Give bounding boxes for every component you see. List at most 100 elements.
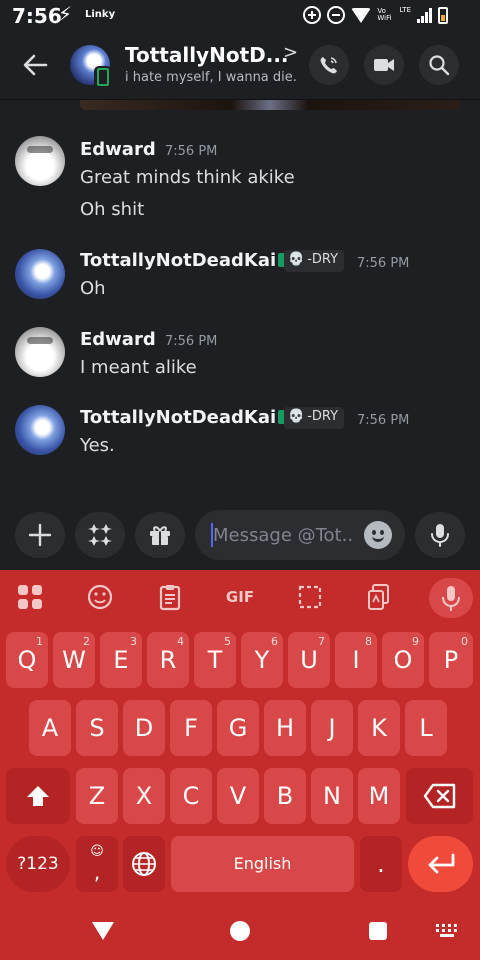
key-g[interactable]: G [217,700,259,756]
key-x[interactable]: X [123,768,165,824]
voice-call-button[interactable] [309,45,349,85]
add-attachment-button[interactable] [15,512,65,558]
skull-icon: 💀 [288,252,305,267]
user-tag[interactable]: 💀 -DRY [284,407,345,429]
key-k[interactable]: K [358,700,400,756]
skull-icon: 💀 [288,409,305,424]
message-input-wrapper[interactable] [195,510,405,560]
keyboard-toolbar: GIF [0,570,480,626]
message-timestamp: 7:56 PM [357,256,410,271]
search-button[interactable] [419,45,459,85]
video-call-button[interactable] [364,45,404,85]
apps-grid-icon[interactable] [15,582,45,612]
header-username[interactable]: TottallyNotD... [125,43,289,67]
lightning-icon: ⚡ [58,2,73,26]
key-z[interactable]: Z [76,768,118,824]
key-m[interactable]: M [358,768,400,824]
emoji-icon[interactable] [364,521,392,549]
avatar[interactable] [15,136,65,186]
message-timestamp: 7:56 PM [165,144,218,159]
message-text: Oh shit [80,199,145,220]
keyboard-switch-icon[interactable] [436,924,458,938]
message-text: Yes. [80,435,115,456]
key-f[interactable]: F [170,700,212,756]
key-t[interactable]: T5 [194,632,236,688]
period-key[interactable]: . [360,836,402,892]
carrier-label: Linky [85,9,116,20]
message-author[interactable]: TottallyNotDeadKai [80,407,300,428]
voice-message-button[interactable] [415,512,465,558]
key-a[interactable]: A [29,700,71,756]
video-camera-icon [374,59,394,71]
avatar[interactable] [15,249,65,299]
message-list[interactable]: Edward 7:56 PM Great minds think akike O… [0,100,480,498]
message-text: I meant alike [80,357,197,378]
plus-icon [28,523,52,547]
keyboard-voice-button[interactable] [429,578,473,618]
key-l[interactable]: L [405,700,447,756]
status-icons: Vo WiFi LTE [303,6,448,24]
do-not-disturb-icon [327,6,346,24]
key-p[interactable]: P0 [429,632,473,688]
globe-icon [132,852,156,876]
enter-key[interactable] [408,836,473,892]
gif-button[interactable]: GIF [222,582,258,612]
backspace-icon [423,783,455,809]
key-w[interactable]: W2 [53,632,95,688]
key-e[interactable]: E3 [100,632,142,688]
emoji-comma-key[interactable]: ☺ , [76,836,118,892]
avatar[interactable] [15,405,65,455]
key-s[interactable]: S [76,700,118,756]
symbols-key[interactable]: ?123 [6,836,70,892]
on-screen-keyboard: GIF Q1 W2 E3 R4 T5 Y6 U7 I8 O9 P0 A S D … [0,570,480,910]
microphone-icon [431,524,449,547]
status-time: 7:56 [12,4,62,28]
key-v[interactable]: V [217,768,259,824]
key-d[interactable]: D [123,700,165,756]
nav-home-icon[interactable] [230,921,250,941]
key-c[interactable]: C [170,768,212,824]
key-r[interactable]: R4 [147,632,189,688]
message-text: Oh [80,278,106,299]
key-b[interactable]: B [264,768,306,824]
shift-key[interactable] [6,768,70,824]
space-key[interactable]: English [171,836,354,892]
screenshot-select-icon[interactable] [295,582,325,612]
user-tag[interactable]: 💀 -DRY [284,250,345,272]
volte-label: Vo WiFi [377,7,392,22]
data-saver-icon [303,6,322,24]
language-key[interactable] [123,836,165,892]
nav-recents-icon[interactable] [369,922,387,940]
gift-button[interactable] [135,512,185,558]
shift-arrow-icon [27,786,49,806]
avatar[interactable] [15,327,65,377]
message-author[interactable]: Edward [80,139,156,160]
key-q[interactable]: Q1 [6,632,48,688]
message-input[interactable] [213,520,353,550]
wifi-icon [351,7,372,23]
translate-icon[interactable] [364,582,394,612]
nav-back-icon[interactable] [92,922,114,940]
key-i[interactable]: I8 [335,632,377,688]
emoji-keyboard-icon[interactable] [85,582,115,612]
key-h[interactable]: H [264,700,306,756]
system-nav-bar [0,910,480,960]
image-attachment[interactable] [80,100,460,110]
apps-sparkle-icon [88,524,112,546]
key-j[interactable]: J [311,700,353,756]
message-author[interactable]: TottallyNotDeadKai [80,250,300,271]
key-y[interactable]: Y6 [241,632,283,688]
back-arrow-icon[interactable] [20,50,50,80]
apps-button[interactable] [75,512,125,558]
backspace-key[interactable] [406,768,473,824]
chevron-right-icon[interactable]: > [283,42,298,63]
message-author[interactable]: Edward [80,329,156,350]
key-o[interactable]: O9 [382,632,424,688]
microphone-icon [442,586,460,611]
dm-header: TottallyNotD... > i hate myself, I wanna… [0,32,480,100]
clipboard-icon[interactable] [155,582,185,612]
header-status-text: i hate myself, I wanna die. [125,70,297,85]
key-n[interactable]: N [311,768,353,824]
key-u[interactable]: U7 [288,632,330,688]
search-icon [429,55,450,76]
